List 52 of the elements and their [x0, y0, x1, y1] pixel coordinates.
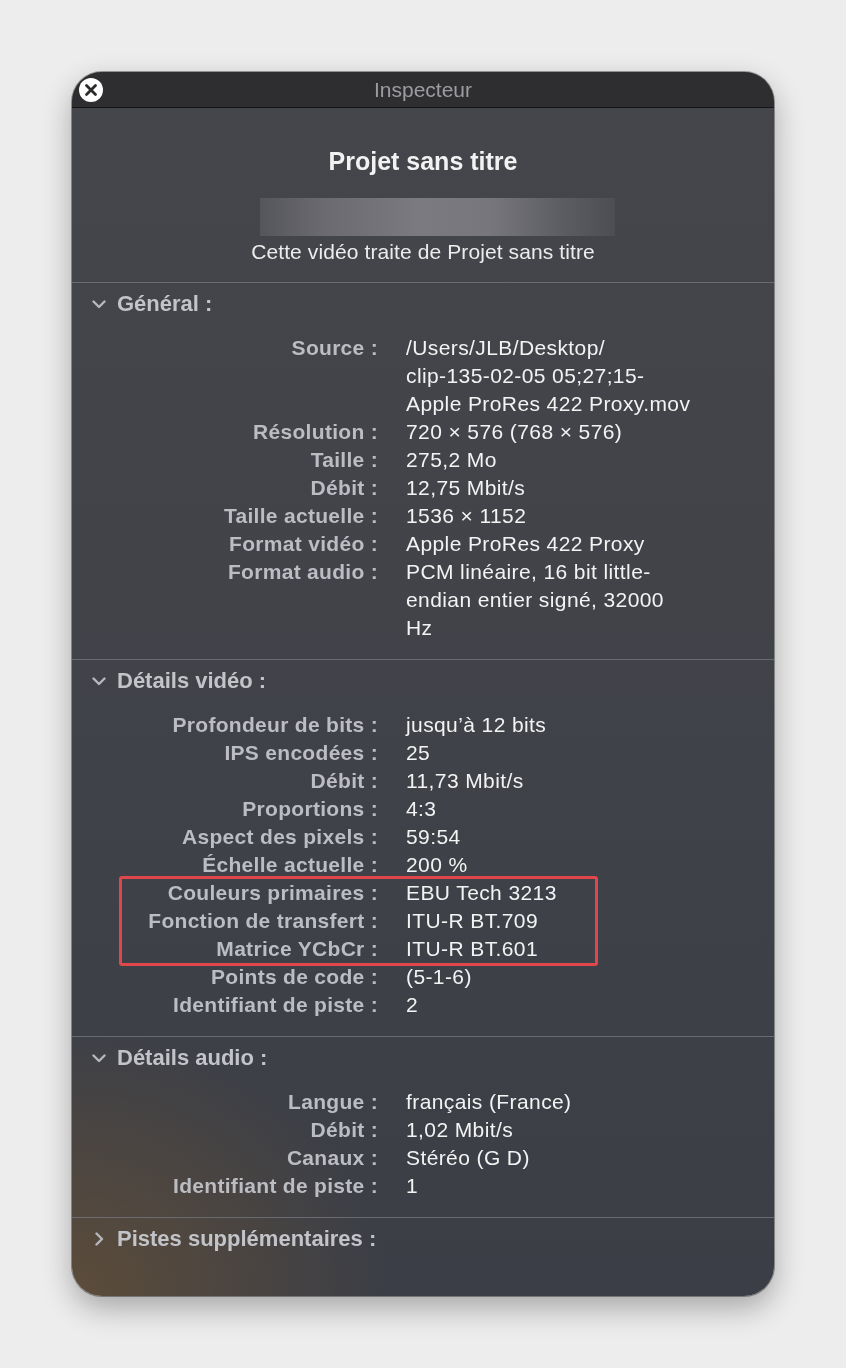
field-value: PCM linéaire, 16 bit little- endian entier signé, 32000 Hz	[406, 559, 664, 641]
field-value: 25	[406, 740, 431, 766]
field-label: Débit :	[309, 768, 378, 794]
field-value: jusqu’à 12 bits	[406, 712, 547, 738]
field-label: Format audio :	[226, 559, 378, 585]
window-title: Inspecteur	[373, 76, 473, 103]
field-label: Matrice YCbCr :	[215, 936, 378, 962]
field-label: Profondeur de bits :	[171, 712, 378, 738]
field-value: 59:54	[406, 824, 461, 850]
field-value: 1	[406, 1173, 419, 1199]
field-label: Format vidéo :	[228, 531, 378, 557]
field-value: 275,2 Mo	[406, 447, 497, 473]
project-title: Projet sans titre	[328, 147, 518, 175]
field-label: Canaux :	[285, 1145, 378, 1171]
section-header[interactable]: Détails vidéo :	[72, 667, 267, 695]
field-value: 200 %	[406, 852, 468, 878]
field-value: Stéréo (G D)	[406, 1145, 530, 1171]
section-header[interactable]: Détails audio :	[72, 1044, 268, 1072]
field-value: ITU-R BT.709	[406, 908, 538, 934]
field-label: Résolution :	[252, 419, 378, 445]
field-value: 12,75 Mbit/s	[406, 475, 526, 501]
field-label: Source :	[290, 335, 378, 361]
field-value: 2	[406, 992, 419, 1018]
field-value: 1,02 Mbit/s	[406, 1117, 514, 1143]
field-label: Débit :	[309, 475, 378, 501]
field-value: français (France)	[406, 1089, 572, 1115]
section-header[interactable]: Pistes supplémentaires :	[72, 1225, 377, 1253]
field-label: Points de code :	[210, 964, 378, 990]
field-label: Taille :	[309, 447, 378, 473]
field-value: /Users/JLB/Desktop/ clip-135-02-05 05;27;15- Apple ProRes 422 Proxy.mov	[406, 335, 691, 417]
field-label: IPS encodées :	[223, 740, 378, 766]
field-value: 1536 × 1152	[406, 503, 527, 529]
field-label: Taille actuelle :	[222, 503, 378, 529]
field-label: Couleurs primaires :	[166, 880, 378, 906]
field-label: Échelle actuelle :	[201, 852, 378, 878]
field-value: EBU Tech 3213	[406, 880, 557, 906]
field-label: Identifiant de piste :	[172, 1173, 378, 1199]
field-label: Langue :	[287, 1089, 378, 1115]
project-subtitle: Cette vidéo traite de Projet sans titre	[251, 240, 595, 264]
field-value: (5-1-6)	[406, 964, 472, 990]
section-header[interactable]: Général :	[72, 290, 213, 318]
field-value: Apple ProRes 422 Proxy	[406, 531, 645, 557]
field-label: Débit :	[309, 1117, 378, 1143]
field-label: Aspect des pixels :	[181, 824, 378, 850]
field-value: ITU-R BT.601	[406, 936, 538, 962]
field-value: 11,73 Mbit/s	[406, 768, 524, 794]
close-button[interactable]	[79, 77, 103, 102]
field-label: Identifiant de piste :	[172, 992, 378, 1018]
field-value: 4:3	[406, 796, 437, 822]
field-value: 720 × 576 (768 × 576)	[406, 419, 623, 445]
field-label: Proportions :	[241, 796, 378, 822]
field-label: Fonction de transfert :	[147, 908, 378, 934]
